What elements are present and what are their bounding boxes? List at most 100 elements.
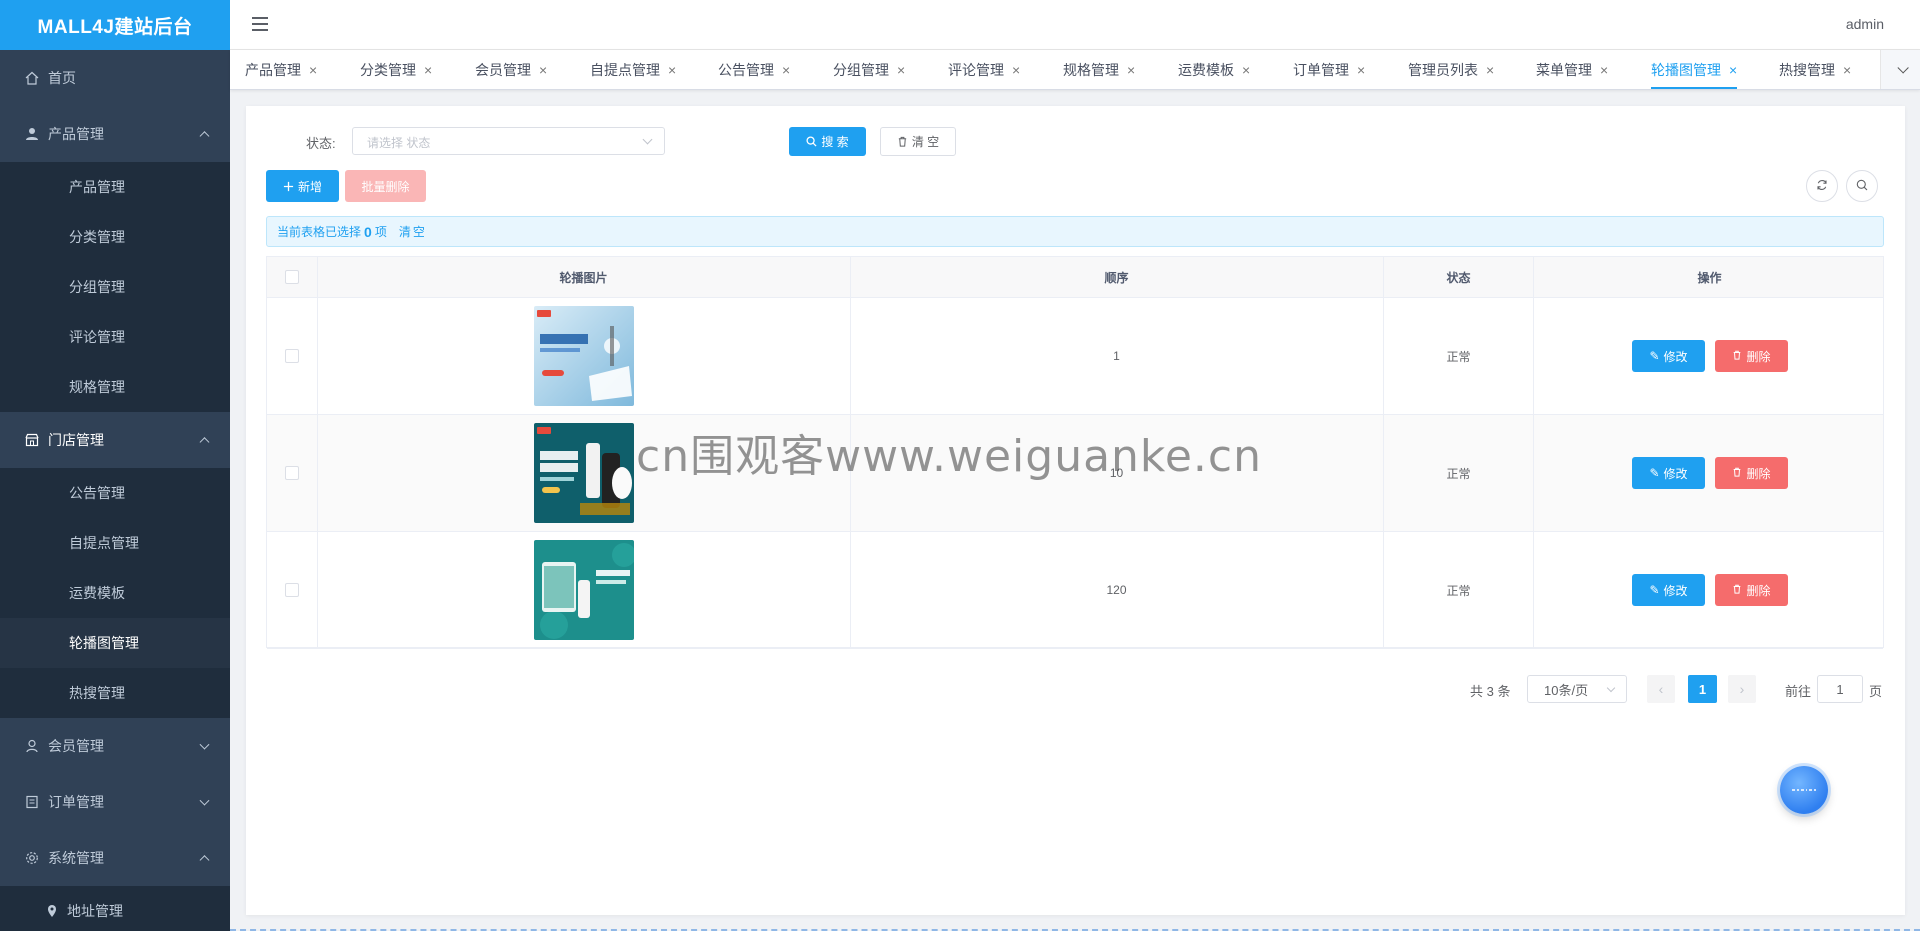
- toggle-search-button[interactable]: [1846, 170, 1878, 202]
- tab-order[interactable]: 订单管理 ×: [1293, 50, 1365, 89]
- column-divider: [1383, 257, 1384, 647]
- user-menu[interactable]: admin: [1846, 16, 1884, 32]
- tab-notice[interactable]: 公告管理 ×: [718, 50, 790, 89]
- hamburger-icon[interactable]: [252, 17, 268, 31]
- row-checkbox[interactable]: [285, 583, 299, 597]
- goto-page-input[interactable]: 1: [1817, 675, 1863, 703]
- floating-assistant-button[interactable]: [1780, 766, 1828, 814]
- close-icon[interactable]: ×: [1127, 62, 1135, 78]
- close-icon[interactable]: ×: [1729, 62, 1737, 78]
- carousel-image[interactable]: [533, 306, 634, 406]
- close-icon[interactable]: ×: [897, 62, 905, 78]
- delete-button[interactable]: 删除: [1715, 340, 1788, 372]
- tab-admin-list[interactable]: 管理员列表 ×: [1408, 50, 1494, 89]
- tab-group[interactable]: 分组管理 ×: [833, 50, 905, 89]
- close-icon[interactable]: ×: [1012, 62, 1020, 78]
- edit-button[interactable]: ✎ 修改: [1632, 457, 1705, 489]
- tabs-more-dropdown[interactable]: [1880, 50, 1920, 89]
- row-checkbox[interactable]: [285, 349, 299, 363]
- delete-button[interactable]: 删除: [1715, 457, 1788, 489]
- close-icon[interactable]: ×: [1242, 62, 1250, 78]
- carousel-image[interactable]: [533, 423, 634, 523]
- tab-pickup[interactable]: 自提点管理 ×: [590, 50, 676, 89]
- tab-member[interactable]: 会员管理 ×: [475, 50, 547, 89]
- sidebar-item-group[interactable]: 分组管理: [0, 262, 230, 312]
- sidebar-item-product[interactable]: 产品管理: [0, 162, 230, 212]
- prev-page-button[interactable]: ‹: [1647, 675, 1675, 703]
- tab-menu[interactable]: 菜单管理 ×: [1536, 50, 1608, 89]
- sidebar-item-label: 地址管理: [67, 903, 123, 919]
- tab-label: 订单管理: [1293, 61, 1349, 78]
- chevron-up-icon: [199, 855, 210, 866]
- sidebar-item-notice[interactable]: 公告管理: [0, 468, 230, 518]
- row-checkbox[interactable]: [285, 466, 299, 480]
- sidebar-item-home[interactable]: 首页: [0, 50, 230, 106]
- page-size-value: 10条/页: [1544, 682, 1589, 698]
- clear-button[interactable]: 清 空: [880, 127, 956, 156]
- close-icon[interactable]: ×: [539, 62, 547, 78]
- batch-delete-button[interactable]: 批量删除: [345, 170, 426, 202]
- carousel-image[interactable]: [533, 540, 634, 640]
- next-page-button[interactable]: ›: [1728, 675, 1756, 703]
- delete-button-label: 删除: [1746, 583, 1771, 598]
- sidebar-item-comment[interactable]: 评论管理: [0, 312, 230, 362]
- image-cell: [317, 298, 850, 414]
- close-icon[interactable]: ×: [668, 62, 676, 78]
- pagination-total: 共 3 条: [1470, 684, 1511, 699]
- close-icon[interactable]: ×: [1357, 62, 1365, 78]
- tab-carousel[interactable]: 轮播图管理 ×: [1651, 50, 1738, 89]
- sidebar-item-carousel[interactable]: 轮播图管理: [0, 618, 230, 668]
- actions-cell: ✎ 修改 删除: [1534, 415, 1885, 531]
- select-all-cell: [267, 257, 317, 297]
- close-icon[interactable]: ×: [309, 62, 317, 78]
- sidebar-item-hotsearch[interactable]: 热搜管理: [0, 668, 230, 718]
- actions-cell: ✎ 修改 删除: [1534, 532, 1885, 648]
- tab-comment[interactable]: 评论管理 ×: [948, 50, 1020, 89]
- sidebar-group-system[interactable]: 系统管理: [0, 830, 230, 886]
- sidebar-group-order[interactable]: 订单管理: [0, 774, 230, 830]
- status-label: 状态:: [306, 136, 336, 151]
- close-icon[interactable]: ×: [1486, 62, 1494, 78]
- refresh-button[interactable]: [1806, 170, 1838, 202]
- close-icon[interactable]: ×: [1600, 62, 1608, 78]
- tab-category[interactable]: 分类管理 ×: [360, 50, 432, 89]
- tab-freight[interactable]: 运费模板 ×: [1178, 50, 1250, 89]
- edit-button[interactable]: ✎ 修改: [1632, 340, 1705, 372]
- sidebar-item-pickup[interactable]: 自提点管理: [0, 518, 230, 568]
- chevron-up-icon: [199, 437, 210, 448]
- app-logo[interactable]: MALL4J建站后台: [0, 0, 230, 50]
- search-icon: [806, 136, 817, 147]
- tab-hotsearch[interactable]: 热搜管理 ×: [1779, 50, 1851, 89]
- close-icon[interactable]: ×: [782, 62, 790, 78]
- sidebar-item-spec[interactable]: 规格管理: [0, 362, 230, 412]
- select-all-checkbox[interactable]: [285, 270, 299, 284]
- tab-label: 热搜管理: [1779, 61, 1835, 78]
- search-button[interactable]: 搜 索: [789, 127, 866, 156]
- status-select[interactable]: 请选择 状态: [352, 127, 665, 155]
- tab-spec[interactable]: 规格管理 ×: [1063, 50, 1135, 89]
- sidebar-item-label: 规格管理: [69, 379, 125, 395]
- close-icon[interactable]: ×: [1843, 62, 1851, 78]
- table-header: 轮播图片 顺序 状态 操作: [267, 257, 1883, 298]
- edit-button[interactable]: ✎ 修改: [1632, 574, 1705, 606]
- column-header-image: 轮播图片: [559, 270, 608, 285]
- sidebar-group-product[interactable]: 产品管理: [0, 106, 230, 162]
- search-icon: [1856, 179, 1868, 194]
- page-size-select[interactable]: 10条/页: [1527, 675, 1627, 703]
- column-divider: [1533, 257, 1534, 647]
- sidebar-item-label: 轮播图管理: [69, 635, 139, 651]
- sidebar-group-member[interactable]: 会员管理: [0, 718, 230, 774]
- delete-button[interactable]: 删除: [1715, 574, 1788, 606]
- close-icon[interactable]: ×: [424, 62, 432, 78]
- add-button[interactable]: 新增: [266, 170, 339, 202]
- tab-product[interactable]: 产品管理 ×: [245, 50, 317, 89]
- sidebar-item-freight[interactable]: 运费模板: [0, 568, 230, 618]
- tab-label: 产品管理: [245, 61, 301, 78]
- watermark-text: cn围观客www.weiguanke.cn: [636, 431, 1262, 482]
- page-number-current[interactable]: 1: [1688, 675, 1717, 703]
- sidebar-group-store[interactable]: 门店管理: [0, 412, 230, 468]
- sidebar-group-label: 订单管理: [48, 794, 104, 810]
- sidebar-item-address[interactable]: 地址管理: [0, 886, 230, 931]
- clear-selection-link[interactable]: 清空: [399, 223, 427, 240]
- sidebar-item-category[interactable]: 分类管理: [0, 212, 230, 262]
